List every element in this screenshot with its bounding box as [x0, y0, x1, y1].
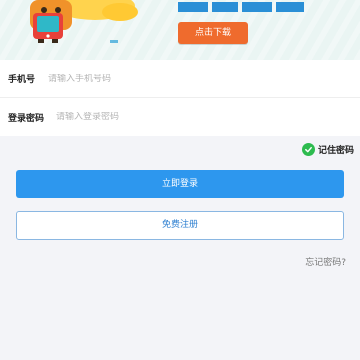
forgot-password-link[interactable]: 忘记密码?: [305, 255, 346, 268]
phone-label: 手机号: [8, 75, 36, 85]
remember-password-toggle[interactable]: 记住密码: [301, 142, 354, 156]
login-button[interactable]: 立即登录: [16, 170, 344, 198]
mascot-illustration: [30, 0, 138, 43]
remember-password-label: 记住密码: [317, 145, 354, 156]
password-label: 登录密码: [8, 113, 45, 124]
check-icon[interactable]: [301, 142, 315, 156]
register-button[interactable]: 免费注册: [16, 211, 344, 240]
password-input[interactable]: [56, 112, 256, 122]
download-button[interactable]: 点击下载: [178, 22, 248, 44]
login-form: 手机号 登录密码: [0, 60, 360, 136]
promo-banner: 点击下载: [0, 0, 360, 60]
phone-row: 手机号: [0, 60, 360, 98]
phone-input[interactable]: [48, 73, 248, 84]
password-row: 登录密码: [0, 98, 360, 136]
promo-title-fragment: [178, 0, 338, 14]
promo-title-graphic: [178, 2, 304, 12]
